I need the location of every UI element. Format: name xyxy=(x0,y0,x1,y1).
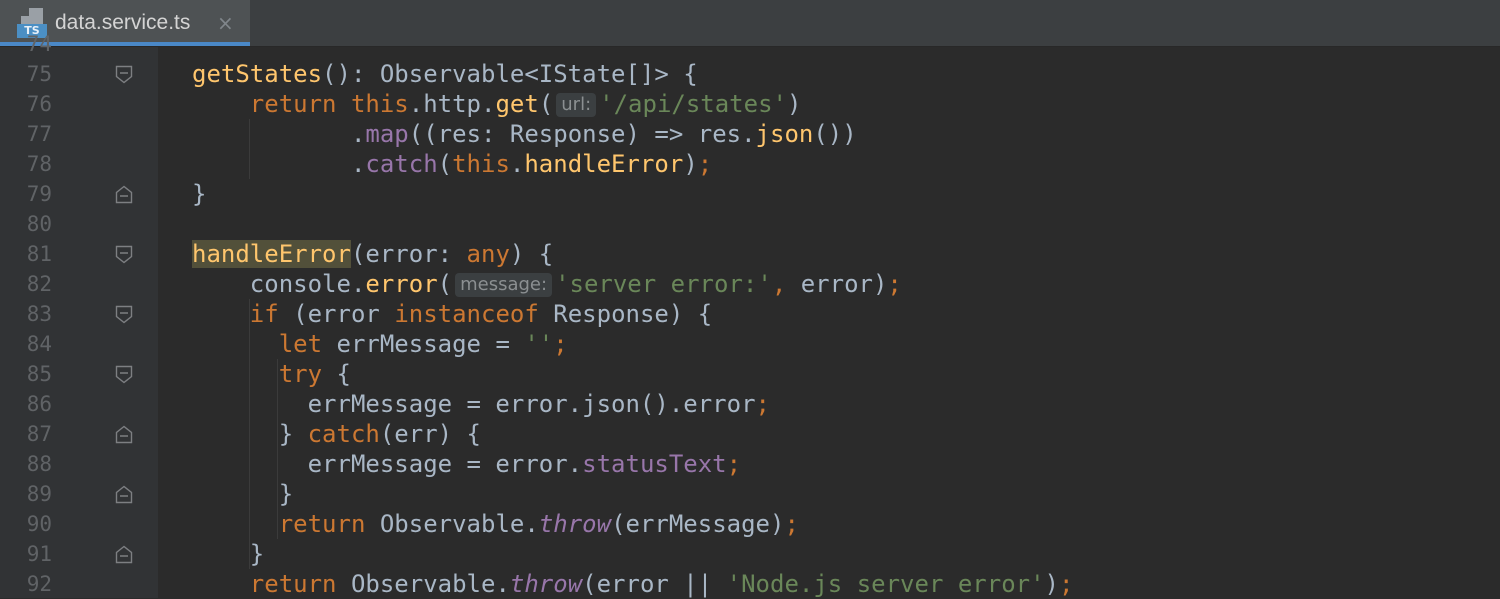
line-number: 87 xyxy=(26,422,52,446)
code-text: return this.http.get(url: '/api/states') xyxy=(249,90,802,118)
code-text: return Observable.throw(error || 'Node.j… xyxy=(249,570,1074,598)
code-line[interactable]: 78 .catch(this.handleError); xyxy=(0,149,1500,179)
code-line[interactable]: 80 xyxy=(0,209,1500,239)
fold-end-icon[interactable] xyxy=(115,185,133,204)
line-number: 91 xyxy=(26,542,52,566)
code-line[interactable]: 90 return Observable.throw(errMessage); xyxy=(0,509,1500,539)
fold-collapse-icon[interactable] xyxy=(115,65,133,84)
line-number: 86 xyxy=(26,392,52,416)
code-line[interactable]: 86 errMessage = error.json().error; xyxy=(0,389,1500,419)
code-line[interactable]: 84 let errMessage = ''; xyxy=(0,329,1500,359)
code-line[interactable]: 76 return this.http.get(url: '/api/states… xyxy=(0,89,1500,119)
code-line[interactable]: 91 } xyxy=(0,539,1500,569)
code-line[interactable]: 87 } catch(err) { xyxy=(0,419,1500,449)
code-line[interactable]: 81 handleError(error: any) { xyxy=(0,239,1500,269)
code-line[interactable]: 74 xyxy=(0,29,1500,59)
line-number: 74 xyxy=(26,32,52,56)
code-text: handleError(error: any) { xyxy=(192,240,554,268)
code-line[interactable]: 92 return Observable.throw(error || 'Nod… xyxy=(0,569,1500,599)
code-line[interactable]: 88 errMessage = error.statusText; xyxy=(0,449,1500,479)
fold-collapse-icon[interactable] xyxy=(115,365,133,384)
parameter-hint: message: xyxy=(455,273,553,297)
fold-collapse-icon[interactable] xyxy=(115,245,133,264)
indent-guide xyxy=(249,119,250,179)
code-line[interactable]: 83 if (error instanceof Response) { xyxy=(0,299,1500,329)
line-number: 78 xyxy=(26,152,52,176)
code-text: try { xyxy=(278,360,351,388)
line-number: 88 xyxy=(26,452,52,476)
code-line[interactable]: 82 console.error(message:'server error:'… xyxy=(0,269,1500,299)
line-number: 77 xyxy=(26,122,52,146)
code-text: } xyxy=(192,180,207,208)
line-number: 81 xyxy=(26,242,52,266)
code-line[interactable]: 89 } xyxy=(0,479,1500,509)
code-text: console.error(message:'server error:', e… xyxy=(249,270,902,298)
code-line[interactable]: 77 .map((res: Response) => res.json()) xyxy=(0,119,1500,149)
fold-collapse-icon[interactable] xyxy=(115,305,133,324)
code-text: .catch(this.handleError); xyxy=(350,150,713,178)
code-text: } xyxy=(249,540,265,568)
code-text: } catch(err) { xyxy=(278,420,482,448)
code-text: getStates(): Observable<IState[]> { xyxy=(192,60,698,88)
code-line[interactable]: 75 getStates(): Observable<IState[]> { xyxy=(0,59,1500,89)
code-line[interactable]: 79} xyxy=(0,179,1500,209)
line-number: 80 xyxy=(26,212,52,236)
parameter-hint: url: xyxy=(556,93,597,117)
line-number: 84 xyxy=(26,332,52,356)
indent-guide xyxy=(277,359,278,539)
line-number: 76 xyxy=(26,92,52,116)
code-editor[interactable]: 74 75 getStates(): Observable<IState[]> {7… xyxy=(0,32,1500,599)
line-number: 75 xyxy=(26,62,52,86)
code-text: if (error instanceof Response) { xyxy=(249,300,713,328)
line-number: 90 xyxy=(26,512,52,536)
code-text: errMessage = error.json().error; xyxy=(307,390,770,418)
indent-guide xyxy=(249,299,250,569)
fold-end-icon[interactable] xyxy=(115,485,133,504)
line-number: 85 xyxy=(26,362,52,386)
line-number: 83 xyxy=(26,302,52,326)
line-number: 89 xyxy=(26,482,52,506)
fold-end-icon[interactable] xyxy=(115,425,133,444)
line-number: 92 xyxy=(26,572,52,596)
code-text: errMessage = error.statusText; xyxy=(307,450,742,478)
code-text: return Observable.throw(errMessage); xyxy=(278,510,799,538)
line-number: 79 xyxy=(26,182,52,206)
line-number: 82 xyxy=(26,272,52,296)
code-text: .map((res: Response) => res.json()) xyxy=(350,120,857,148)
code-line[interactable]: 85 try { xyxy=(0,359,1500,389)
fold-end-icon[interactable] xyxy=(115,545,133,564)
